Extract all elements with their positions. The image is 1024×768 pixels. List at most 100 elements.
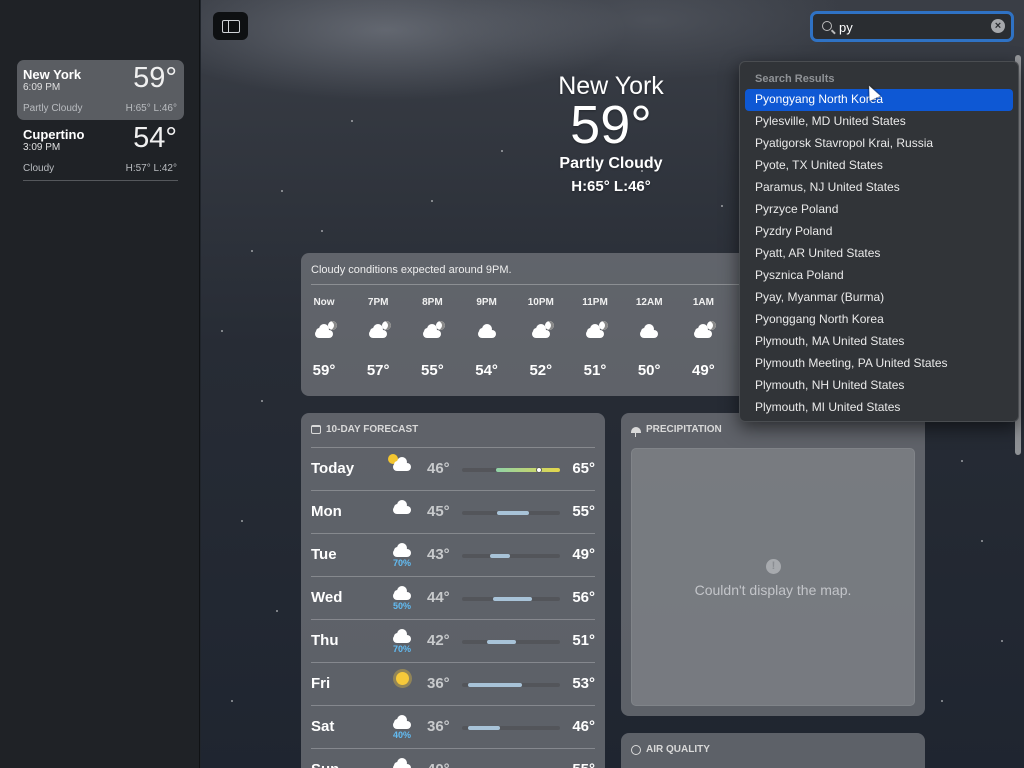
umbrella-icon [631, 426, 641, 437]
search-result-item[interactable]: Pyote, TX United States [745, 155, 1013, 177]
day-low: 36° [427, 675, 450, 692]
temp-range-fill [490, 554, 510, 558]
temp-range-fill [496, 468, 560, 472]
day-high: 49° [572, 546, 595, 563]
day-row[interactable]: Fri 36° 53° [311, 662, 595, 705]
search-result-item[interactable]: Pyay, Myanmar (Burma) [745, 287, 1013, 309]
sidebar-toggle-button[interactable] [213, 12, 248, 40]
city-condition: Partly Cloudy [23, 103, 83, 114]
day-name: Thu [311, 632, 339, 649]
search-field[interactable]: × [810, 11, 1014, 42]
day-low: 36° [427, 718, 450, 735]
partly-cloudy-night-icon [421, 321, 446, 338]
day-low: 45° [427, 503, 450, 520]
day-name: Sun [311, 761, 339, 768]
search-result-item[interactable]: Pylesville, MD United States [745, 111, 1013, 133]
hour-item: 10PM 52° [519, 297, 563, 379]
hour-icon-wrap [627, 311, 671, 351]
day-icon-wrap: ˌˌˌ 40% [391, 715, 413, 741]
hour-item: 11PM 51° [573, 297, 617, 379]
air-quality-card[interactable]: AIR QUALITY [621, 733, 925, 768]
map-error-message: Couldn't display the map. [694, 582, 852, 598]
hour-label: 1AM [692, 297, 714, 308]
star [981, 540, 983, 542]
search-result-item[interactable]: Plymouth Meeting, PA United States [745, 353, 1013, 375]
hour-temp: 59° [312, 362, 336, 379]
sidebar-toggle-icon [221, 19, 240, 33]
search-result-item[interactable]: Pyatt, AR United States [745, 243, 1013, 265]
search-result-item[interactable]: Pyrzyce Poland [745, 199, 1013, 221]
day-icon-wrap [391, 672, 413, 698]
temp-range-bar [462, 467, 560, 473]
search-input[interactable] [839, 17, 989, 37]
day-high: 46° [572, 718, 595, 735]
day-high: 51° [572, 632, 595, 649]
ten-day-forecast-card[interactable]: 10-DAY FORECAST Today 46° 65° Mon 45° 55° Tue ˌ… [301, 413, 605, 768]
temp-range-fill [487, 640, 516, 644]
search-result-item[interactable]: Pysznica Poland [745, 265, 1013, 287]
hour-label: 7PM [367, 297, 389, 308]
city-card-new-york[interactable]: New York 6:09 PM 59° Partly Cloudy H:65°… [17, 60, 184, 120]
day-icon-wrap [391, 500, 413, 526]
calendar-icon [311, 425, 321, 434]
city-divider [23, 180, 178, 181]
hour-temp: 57° [366, 362, 390, 379]
sidebar: New York 6:09 PM 59° Partly Cloudy H:65°… [0, 0, 200, 768]
search-result-item[interactable]: Paramus, NJ United States [745, 177, 1013, 199]
star [431, 200, 433, 202]
city-name: Cupertino [23, 127, 85, 142]
ten-day-title: 10-DAY FORECAST [311, 424, 418, 435]
current-weather: New York 59° Partly Cloudy H:65° L:46° [531, 72, 691, 195]
air-quality-title: AIR QUALITY [631, 744, 710, 755]
day-name: Mon [311, 503, 342, 520]
divider [311, 284, 781, 285]
search-result-item[interactable]: Pyzdry Poland [745, 221, 1013, 243]
day-high: 53° [572, 675, 595, 692]
precipitation-card[interactable]: PRECIPITATION ! Couldn't display the map… [621, 413, 925, 716]
temp-range-bar [462, 640, 560, 644]
search-result-item[interactable]: Plymouth, MI United States [745, 397, 1013, 419]
hour-item: 8PM 55° [410, 297, 454, 379]
hour-label: 10PM [527, 297, 554, 308]
rain-icon: ˌˌˌ [391, 543, 413, 563]
clear-icon[interactable]: × [991, 19, 1005, 33]
search-result-item[interactable]: Pyonggang North Korea [745, 309, 1013, 331]
temp-range-fill [467, 726, 501, 730]
day-row[interactable]: Today 46° 65° [311, 447, 595, 490]
city-card-cupertino[interactable]: Cupertino 3:09 PM 54° Cloudy H:57° L:42° [17, 120, 184, 181]
search-result-item[interactable]: Plymouth, NH United States [745, 375, 1013, 397]
day-icon-wrap: ˌˌˌ [391, 758, 413, 768]
star [221, 330, 223, 332]
day-low: 42° [427, 632, 450, 649]
day-icon-wrap: ˌˌˌ 70% [391, 629, 413, 655]
hour-icon-wrap [410, 311, 454, 351]
temp-range-bar [462, 597, 560, 601]
day-icon-wrap [388, 454, 413, 483]
day-row[interactable]: Tue ˌˌˌ 70% 43° 49° [311, 533, 595, 576]
hour-temp: 50° [637, 362, 661, 379]
hour-item: 1AM 49° [681, 297, 725, 379]
search-results-dropdown: Search Results Pyongyang North Korea Pyle… [739, 61, 1019, 422]
hourly-forecast-card[interactable]: Cloudy conditions expected around 9PM. N… [301, 253, 781, 396]
search-result-item[interactable]: Pyatigorsk Stavropol Krai, Russia [745, 133, 1013, 155]
day-row[interactable]: Thu ˌˌˌ 70% 42° 51° [311, 619, 595, 662]
day-row[interactable]: Mon 45° 55° [311, 490, 595, 533]
precipitation-title-text: PRECIPITATION [646, 424, 722, 435]
precipitation-map[interactable]: ! Couldn't display the map. [631, 448, 915, 706]
day-low: 40° [427, 761, 450, 768]
day-row[interactable]: Wed ˌˌˌ 50% 44° 56° [311, 576, 595, 619]
day-icon-wrap: ˌˌˌ 50% [391, 586, 413, 612]
day-name: Fri [311, 675, 331, 692]
search-result-item[interactable]: Plymouth, MA United States [745, 331, 1013, 353]
star [961, 460, 963, 462]
search-icon [822, 21, 832, 31]
day-high: 65° [572, 460, 595, 477]
partly-sunny-icon [388, 454, 413, 471]
temp-range-fill [467, 683, 522, 687]
hourly-caption: Cloudy conditions expected around 9PM. [311, 264, 512, 276]
hour-icon-wrap [465, 311, 509, 351]
partly-cloudy-night-icon [367, 321, 392, 338]
day-row[interactable]: Sun ˌˌˌ 40° 55° [311, 748, 595, 768]
day-name: Today [311, 460, 355, 477]
day-row[interactable]: Sat ˌˌˌ 40% 36° 46° [311, 705, 595, 748]
